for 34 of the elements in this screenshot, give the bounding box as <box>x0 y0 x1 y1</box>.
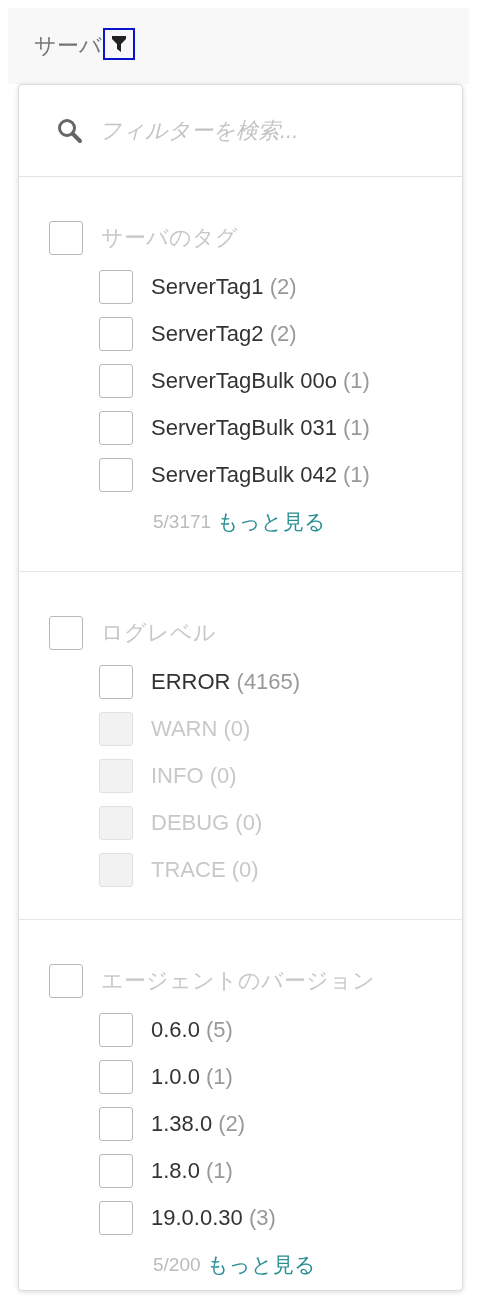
filter-option-label: 0.6.0 (5) <box>151 1016 233 1043</box>
filter-checkbox[interactable] <box>99 316 133 351</box>
filter-option-label: ServerTag2 (2) <box>151 320 297 347</box>
filter-checkbox[interactable] <box>99 1059 133 1094</box>
filter-checkbox[interactable] <box>99 1012 133 1047</box>
group-checkbox[interactable] <box>49 616 83 650</box>
group-checkbox[interactable] <box>49 221 83 255</box>
filter-option-label: ServerTagBulk 042 (1) <box>151 461 370 488</box>
filter-checkbox[interactable] <box>99 1106 133 1141</box>
filter-checkbox[interactable] <box>99 664 133 699</box>
filter-option-label: ERROR (4165) <box>151 668 301 695</box>
filter-icon <box>112 36 126 52</box>
filter-option-label: 1.0.0 (1) <box>151 1063 233 1090</box>
shown-count: 5/200 <box>153 1253 201 1276</box>
filter-option-label: 1.8.0 (1) <box>151 1157 233 1184</box>
filter-checkbox[interactable] <box>99 1200 133 1235</box>
search-field[interactable]: フィルターを検索... <box>97 116 421 145</box>
column-title: サーバ <box>34 32 102 60</box>
filter-option-label: ServerTag1 (2) <box>151 273 297 300</box>
show-more-link[interactable]: もっと見る <box>217 507 327 536</box>
filter-checkbox[interactable] <box>99 1153 133 1188</box>
filter-option-label: ServerTagBulk 031 (1) <box>151 414 370 441</box>
filter-checkbox[interactable] <box>99 363 133 398</box>
filter-checkbox[interactable] <box>99 410 133 445</box>
group-checkbox[interactable] <box>49 964 83 998</box>
filter-checkbox[interactable] <box>99 269 133 304</box>
show-more-link[interactable]: もっと見る <box>206 1250 316 1279</box>
filter-button[interactable] <box>103 28 135 60</box>
shown-count: 5/3171 <box>153 510 212 533</box>
filter-option-label: 19.0.0.30 (3) <box>151 1204 276 1231</box>
filter-option-label: ServerTagBulk 00o (1) <box>151 367 370 394</box>
filter-checkbox[interactable] <box>99 457 133 492</box>
filter-option-label: 1.38.0 (2) <box>151 1110 246 1137</box>
search-icon <box>57 117 83 144</box>
